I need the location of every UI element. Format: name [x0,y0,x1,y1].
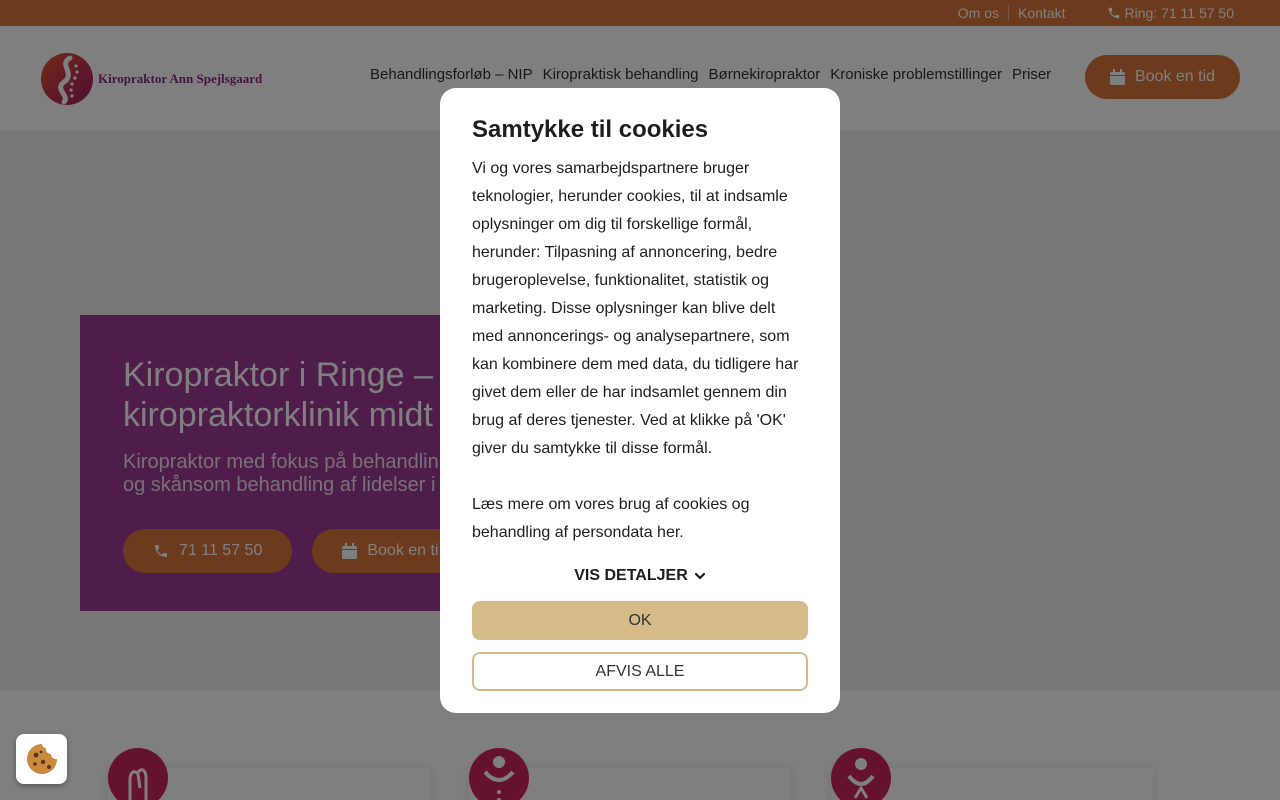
ok-button[interactable]: OK [472,601,808,640]
show-details-label: VIS DETALJER [574,567,688,584]
cookie-consent-dialog: Samtykke til cookies Vi og vores samarbe… [440,88,840,713]
cookie-read-more-text[interactable]: Læs mere om vores brug af cookies og beh… [472,491,808,547]
cookie-settings-button[interactable] [16,734,67,784]
cookie-dialog-title: Samtykke til cookies [472,116,709,143]
cookie-dialog-body: Vi og vores samarbejdspartnere bruger te… [472,160,799,457]
cookie-icon [26,744,57,774]
reject-all-button[interactable]: AFVIS ALLE [472,652,808,691]
show-details-toggle[interactable]: VIS DETALJER [472,567,808,585]
chevron-down-icon [694,572,705,580]
